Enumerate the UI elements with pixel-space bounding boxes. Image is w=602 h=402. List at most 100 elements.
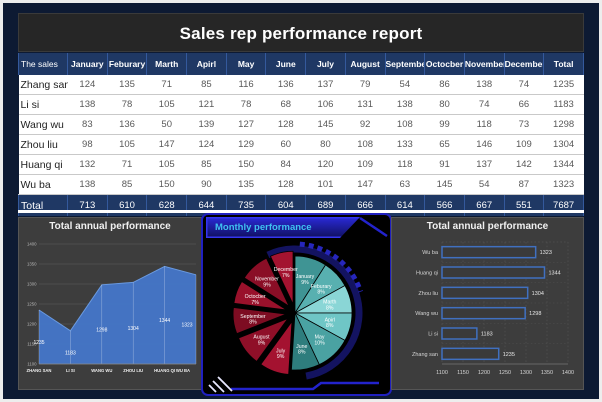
value-cell[interactable]: 135 <box>107 75 147 95</box>
value-cell[interactable]: 1344 <box>543 154 584 175</box>
value-cell[interactable]: 1304 <box>543 134 584 155</box>
value-cell[interactable]: 86 <box>424 75 465 95</box>
rep-name[interactable]: Wu ba <box>18 174 68 195</box>
value-cell[interactable]: 138 <box>385 94 425 115</box>
value-cell[interactable]: 78 <box>226 94 266 115</box>
area-series <box>39 266 196 364</box>
value-cell[interactable]: 137 <box>305 75 346 95</box>
value-cell[interactable]: 139 <box>186 114 227 135</box>
value-cell[interactable]: 80 <box>305 134 346 155</box>
bar-value-label: 1183 <box>481 332 493 338</box>
value-cell[interactable]: 50 <box>146 114 187 135</box>
value-cell[interactable]: 68 <box>265 94 306 115</box>
value-cell[interactable]: 65 <box>424 134 465 155</box>
value-cell[interactable]: 138 <box>67 174 108 195</box>
rep-name[interactable]: Huang qi <box>18 154 68 175</box>
value-cell[interactable]: 109 <box>504 134 544 155</box>
svg-text:1200: 1200 <box>478 370 490 376</box>
pie-label-may: May 10% <box>314 335 325 347</box>
value-cell[interactable]: 105 <box>146 94 187 115</box>
value-cell[interactable]: 74 <box>464 94 505 115</box>
value-cell[interactable]: 136 <box>265 75 306 95</box>
value-cell[interactable]: 145 <box>305 114 346 135</box>
pie-label-july: July 9% <box>276 348 286 360</box>
value-cell[interactable]: 138 <box>67 94 108 115</box>
value-cell[interactable]: 84 <box>265 154 306 175</box>
value-cell[interactable]: 1298 <box>543 114 584 135</box>
value-cell[interactable]: 101 <box>305 174 346 195</box>
value-cell[interactable]: 98 <box>67 134 108 155</box>
value-cell[interactable]: 71 <box>146 75 187 95</box>
value-cell[interactable]: 60 <box>265 134 306 155</box>
value-cell[interactable]: 79 <box>345 75 385 95</box>
value-cell[interactable]: 99 <box>424 114 465 135</box>
value-cell[interactable]: 108 <box>385 114 425 135</box>
value-cell[interactable]: 145 <box>424 174 465 195</box>
value-cell[interactable]: 116 <box>226 75 266 95</box>
value-cell[interactable]: 106 <box>305 94 346 115</box>
value-cell[interactable]: 66 <box>504 94 544 115</box>
pie-label-apirl: Apirl 8% <box>325 317 335 329</box>
value-cell[interactable]: 137 <box>464 154 505 175</box>
value-cell[interactable]: 131 <box>345 94 385 115</box>
report-title: Sales rep performance report <box>18 13 584 52</box>
value-cell[interactable]: 85 <box>186 154 227 175</box>
value-cell[interactable]: 132 <box>67 154 108 175</box>
value-cell[interactable]: 1183 <box>543 94 584 115</box>
value-cell[interactable]: 85 <box>186 75 227 95</box>
value-cell[interactable]: 124 <box>186 134 227 155</box>
svg-text:1400: 1400 <box>27 242 37 247</box>
value-cell[interactable]: 1235 <box>543 75 584 95</box>
value-cell[interactable]: 85 <box>107 174 147 195</box>
value-cell[interactable]: 74 <box>504 75 544 95</box>
value-cell[interactable]: 150 <box>146 174 187 195</box>
value-cell[interactable]: 118 <box>464 114 505 135</box>
rep-name[interactable]: Li si <box>18 94 68 115</box>
value-cell[interactable]: 80 <box>424 94 465 115</box>
value-cell[interactable]: 118 <box>385 154 425 175</box>
value-cell[interactable]: 92 <box>345 114 385 135</box>
area-data-label: 1344 <box>159 318 170 324</box>
value-cell[interactable]: 133 <box>385 134 425 155</box>
value-cell[interactable]: 54 <box>464 174 505 195</box>
value-cell[interactable]: 147 <box>146 134 187 155</box>
x-axis-label: HUANG QI <box>154 368 175 373</box>
value-cell[interactable]: 105 <box>107 134 147 155</box>
value-cell[interactable]: 147 <box>345 174 385 195</box>
value-cell[interactable]: 146 <box>464 134 505 155</box>
stripe-decoration <box>208 384 217 393</box>
value-cell[interactable]: 91 <box>424 154 465 175</box>
value-cell[interactable]: 54 <box>385 75 425 95</box>
value-cell[interactable]: 1323 <box>543 174 584 195</box>
value-cell[interactable]: 83 <box>67 114 108 135</box>
table-row: Zhou liu 98 105 147 124 129 60 80 108 133 65 146 109… <box>18 134 584 155</box>
bar-wang-wu <box>441 306 526 320</box>
value-cell[interactable]: 90 <box>186 174 227 195</box>
value-cell[interactable]: 129 <box>226 134 266 155</box>
value-cell[interactable]: 121 <box>186 94 227 115</box>
rep-name[interactable]: Zhou liu <box>18 134 68 155</box>
value-cell[interactable]: 120 <box>305 154 346 175</box>
svg-text:1350: 1350 <box>27 262 37 267</box>
value-cell[interactable]: 136 <box>107 114 147 135</box>
svg-text:1300: 1300 <box>27 282 37 287</box>
value-cell[interactable]: 109 <box>345 154 385 175</box>
rep-name[interactable]: Wang wu <box>18 114 68 135</box>
value-cell[interactable]: 124 <box>67 75 108 95</box>
value-cell[interactable]: 128 <box>265 174 306 195</box>
bar-category-label: Huang qi <box>416 271 438 277</box>
value-cell[interactable]: 108 <box>345 134 385 155</box>
value-cell[interactable]: 142 <box>504 154 544 175</box>
value-cell[interactable]: 73 <box>504 114 544 135</box>
value-cell[interactable]: 127 <box>226 114 266 135</box>
rep-name[interactable]: Zhang san <box>18 75 68 95</box>
value-cell[interactable]: 138 <box>464 75 505 95</box>
value-cell[interactable]: 135 <box>226 174 266 195</box>
value-cell[interactable]: 71 <box>107 154 147 175</box>
value-cell[interactable]: 105 <box>146 154 187 175</box>
value-cell[interactable]: 63 <box>385 174 425 195</box>
value-cell[interactable]: 87 <box>504 174 544 195</box>
value-cell[interactable]: 150 <box>226 154 266 175</box>
value-cell[interactable]: 128 <box>265 114 306 135</box>
value-cell[interactable]: 78 <box>107 94 147 115</box>
